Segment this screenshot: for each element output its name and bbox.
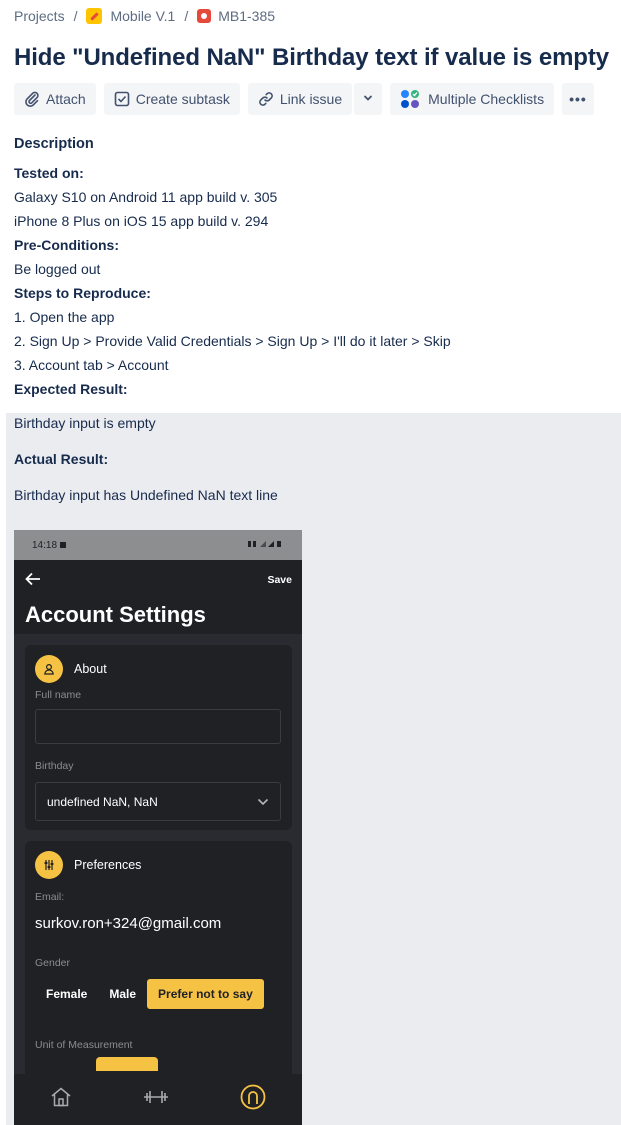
full-name-input[interactable] xyxy=(35,709,281,744)
subtask-icon xyxy=(114,91,130,107)
breadcrumb-project-link[interactable]: Mobile V.1 xyxy=(86,8,175,24)
email-label: Email: xyxy=(35,891,65,903)
more-icon: ••• xyxy=(569,91,587,107)
preferences-heading-label: Preferences xyxy=(74,858,142,872)
settings-body: About Full name Birthday undefined NaN, … xyxy=(14,634,302,1125)
description-section[interactable]: Description Tested on: Galaxy S10 on And… xyxy=(14,136,451,401)
attached-screenshot[interactable]: 14:18 Save Account Settings About Full n… xyxy=(14,530,302,1125)
expected-result-text: Birthday input is empty xyxy=(14,415,156,431)
gender-option-prefer-not-to-say[interactable]: Prefer not to say xyxy=(147,979,264,1009)
chevron-down-icon xyxy=(362,91,374,107)
full-name-label: Full name xyxy=(35,689,82,701)
actual-result-text: Birthday input has Undefined NaN text li… xyxy=(14,487,278,503)
actual-result-label: Actual Result: xyxy=(14,451,109,467)
project-pencil-icon xyxy=(86,8,103,24)
page-title: Account Settings xyxy=(25,602,206,627)
birthday-select[interactable]: undefined NaN, NaN xyxy=(35,782,281,821)
user-icon xyxy=(35,655,63,683)
attach-label: Attach xyxy=(46,91,86,107)
preconditions-label: Pre-Conditions: xyxy=(14,237,119,253)
unit-of-measurement-label: Unit of Measurement xyxy=(35,1039,133,1051)
gender-option-male[interactable]: Male xyxy=(98,979,147,1009)
status-time-group: 14:18 xyxy=(32,539,67,551)
breadcrumb: Projects / Mobile V.1 / MB1-385 xyxy=(14,8,275,24)
link-issue-label: Link issue xyxy=(279,91,343,107)
breadcrumb-issue-key: MB1-385 xyxy=(218,8,276,24)
create-subtask-button[interactable]: Create subtask xyxy=(103,83,240,115)
profile-icon[interactable] xyxy=(240,1084,266,1115)
breadcrumb-separator: / xyxy=(184,8,189,24)
checklists-app-icon xyxy=(400,89,422,109)
birthday-label: Birthday xyxy=(35,760,74,772)
breadcrumb-project-label: Mobile V.1 xyxy=(110,8,176,24)
phone-status-bar: 14:18 xyxy=(14,530,302,560)
about-heading-label: About xyxy=(74,662,107,676)
steps-label: Steps to Reproduce: xyxy=(14,285,151,301)
home-icon[interactable] xyxy=(50,1087,72,1112)
email-value: surkov.ron+324@gmail.com xyxy=(35,915,222,932)
dumbbell-icon[interactable] xyxy=(143,1089,169,1110)
link-icon xyxy=(258,91,274,107)
issue-title[interactable]: Hide "Undefined NaN" Birthday text if va… xyxy=(14,44,609,72)
signal-battery-icon xyxy=(248,540,282,551)
save-button[interactable]: Save xyxy=(267,574,292,586)
breadcrumb-issue-link[interactable]: MB1-385 xyxy=(197,8,275,24)
create-subtask-label: Create subtask xyxy=(135,91,230,107)
preconditions-text: Be logged out xyxy=(14,261,101,277)
multiple-checklists-label: Multiple Checklists xyxy=(428,91,545,107)
link-issue-button[interactable]: Link issue xyxy=(247,83,353,115)
bug-icon xyxy=(197,9,212,23)
gender-label: Gender xyxy=(35,957,71,969)
about-heading: About xyxy=(35,655,107,683)
more-actions-button[interactable]: ••• xyxy=(562,83,594,115)
notification-icon xyxy=(60,541,67,548)
gender-option-female[interactable]: Female xyxy=(35,979,98,1009)
issue-toolbar: Attach Create subtask Link issue Multipl… xyxy=(14,83,594,115)
app-header: Save Account Settings xyxy=(14,560,302,634)
tested-on-line: Galaxy S10 on Android 11 app build v. 30… xyxy=(14,189,278,205)
sliders-icon xyxy=(35,851,63,879)
paperclip-icon xyxy=(24,91,40,107)
chevron-down-icon xyxy=(257,795,269,809)
link-issue-dropdown-button[interactable] xyxy=(354,83,383,115)
bottom-nav xyxy=(14,1074,302,1125)
tested-on-label: Tested on: xyxy=(14,165,84,181)
back-arrow-icon[interactable] xyxy=(25,570,41,591)
link-issue-group: Link issue xyxy=(247,83,383,115)
step-item: 3. Account tab > Account xyxy=(14,357,169,373)
attach-button[interactable]: Attach xyxy=(14,83,96,115)
expected-result-label: Expected Result: xyxy=(14,381,128,397)
step-item: 1. Open the app xyxy=(14,309,115,325)
tested-on-line: iPhone 8 Plus on iOS 15 app build v. 294 xyxy=(14,213,269,229)
gender-selector: Female Male Prefer not to say xyxy=(35,979,264,1009)
birthday-value: undefined NaN, NaN xyxy=(47,794,158,809)
unit-option-selected[interactable] xyxy=(96,1057,158,1071)
about-card: About Full name Birthday undefined NaN, … xyxy=(25,645,292,830)
status-time: 14:18 xyxy=(32,539,58,551)
breadcrumb-separator: / xyxy=(73,8,78,24)
description-label: Description xyxy=(14,136,94,152)
breadcrumb-projects-link[interactable]: Projects xyxy=(14,8,65,24)
step-item: 2. Sign Up > Provide Valid Credentials >… xyxy=(14,333,451,349)
preferences-heading: Preferences xyxy=(35,851,141,879)
multiple-checklists-button[interactable]: Multiple Checklists xyxy=(390,83,555,115)
